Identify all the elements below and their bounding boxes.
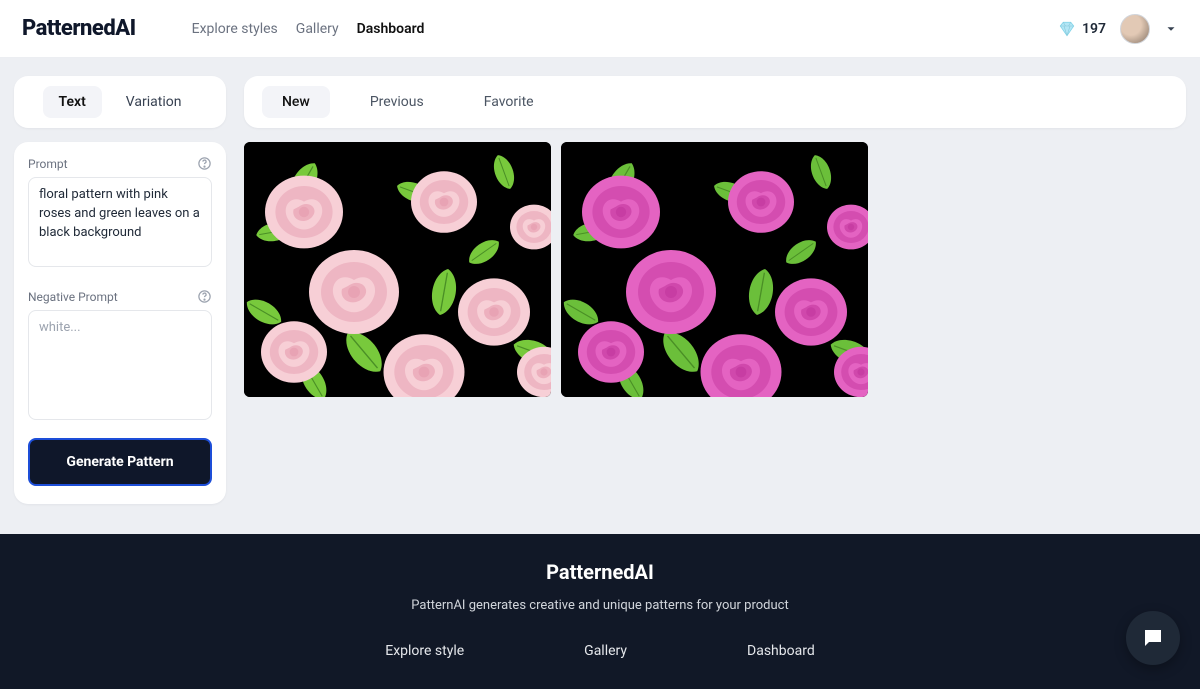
- workspace: Text Variation Prompt Negative Prompt Ge…: [0, 58, 1200, 534]
- tab-variation[interactable]: Variation: [110, 86, 198, 118]
- tab-new[interactable]: New: [262, 86, 330, 118]
- prompt-panel: Prompt Negative Prompt Generate Pattern: [14, 142, 226, 504]
- tab-text[interactable]: Text: [43, 86, 102, 118]
- help-icon[interactable]: [197, 156, 212, 171]
- footer-link-dashboard[interactable]: Dashboard: [747, 643, 815, 659]
- footer-links: Explore style Gallery Dashboard: [0, 643, 1200, 659]
- chat-button[interactable]: [1126, 611, 1180, 665]
- logo: PatternedAI: [22, 16, 136, 41]
- footer-subtitle: PatternAI generates creative and unique …: [0, 598, 1200, 613]
- right-column: New Previous Favorite: [244, 76, 1186, 397]
- generate-button[interactable]: Generate Pattern: [28, 438, 212, 486]
- results-grid: [244, 142, 1186, 397]
- nav-link-gallery[interactable]: Gallery: [296, 21, 339, 37]
- neg-prompt-label: Negative Prompt: [28, 290, 118, 304]
- left-column: Text Variation Prompt Negative Prompt Ge…: [14, 76, 226, 504]
- filter-tabs: New Previous Favorite: [244, 76, 1186, 128]
- header-right: 197: [1058, 14, 1178, 44]
- neg-prompt-input[interactable]: [28, 310, 212, 420]
- prompt-input[interactable]: [28, 177, 212, 267]
- nav-link-explore[interactable]: Explore styles: [192, 21, 278, 37]
- credit-balance[interactable]: 197: [1058, 20, 1106, 38]
- nav-link-dashboard[interactable]: Dashboard: [357, 21, 425, 37]
- chat-icon: [1141, 626, 1165, 650]
- site-header: PatternedAI Explore styles Gallery Dashb…: [0, 0, 1200, 58]
- help-icon[interactable]: [197, 289, 212, 304]
- tab-favorite[interactable]: Favorite: [464, 86, 554, 118]
- result-thumb[interactable]: [561, 142, 868, 397]
- tab-previous[interactable]: Previous: [350, 86, 444, 118]
- gem-icon: [1058, 20, 1076, 38]
- footer-link-gallery[interactable]: Gallery: [584, 643, 627, 659]
- footer: PatternedAI PatternAI generates creative…: [0, 534, 1200, 689]
- prompt-label: Prompt: [28, 157, 68, 171]
- main-nav: Explore styles Gallery Dashboard: [192, 21, 425, 37]
- credit-count: 197: [1082, 21, 1106, 37]
- footer-title: PatternedAI: [0, 560, 1200, 584]
- avatar[interactable]: [1120, 14, 1150, 44]
- mode-tabs: Text Variation: [14, 76, 226, 128]
- result-thumb[interactable]: [244, 142, 551, 397]
- footer-link-explore[interactable]: Explore style: [385, 643, 464, 659]
- chevron-down-icon[interactable]: [1164, 22, 1178, 36]
